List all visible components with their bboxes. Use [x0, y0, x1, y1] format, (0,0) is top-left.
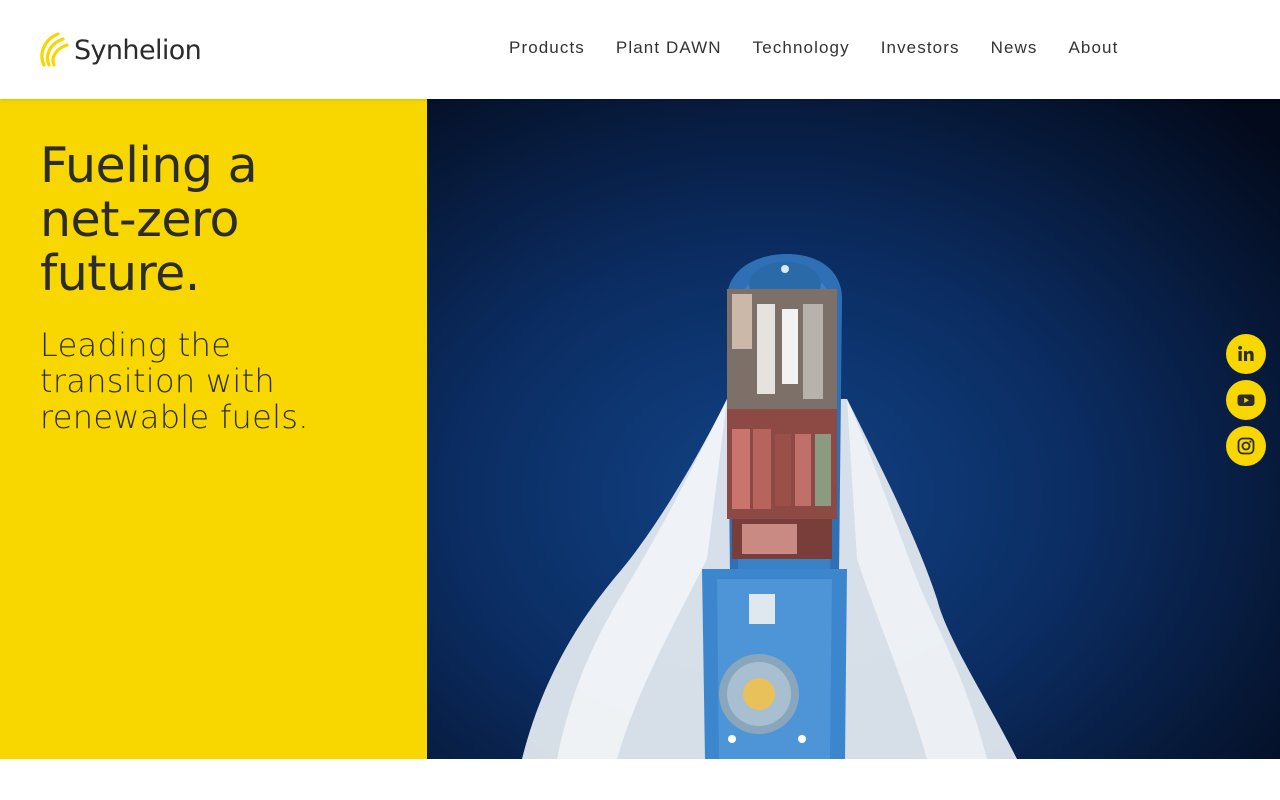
hero-title: Fueling a net-zero future. [40, 139, 410, 301]
instagram-button[interactable] [1226, 426, 1266, 466]
page-below-fold [0, 759, 1280, 800]
nav-item-technology[interactable]: Technology [753, 37, 850, 59]
synhelion-logo-icon [40, 32, 69, 67]
nav-item-products[interactable]: Products [509, 37, 585, 59]
nav-item-news[interactable]: News [991, 37, 1038, 59]
hero-title-line: net-zero [40, 191, 240, 248]
hero-subtitle-line: renewable fuels. [40, 398, 309, 436]
linkedin-button[interactable] [1226, 334, 1266, 374]
site-header: Synhelion Products Plant DAWN Technology… [0, 0, 1280, 99]
instagram-icon [1237, 437, 1255, 455]
youtube-icon [1237, 394, 1255, 406]
main-nav: Products Plant DAWN Technology Investors… [509, 37, 1149, 59]
logo-text: Synhelion [74, 34, 202, 66]
hero-title-line: Fueling a [40, 137, 258, 194]
hero-section: Fueling a net-zero future. Leading the t… [0, 99, 1280, 759]
nav-item-plant-dawn[interactable]: Plant DAWN [616, 37, 722, 59]
hero-subtitle-line: transition with [40, 362, 276, 400]
youtube-button[interactable] [1226, 380, 1266, 420]
ship-aerial-image [427, 99, 1280, 759]
hero-subtitle-line: Leading the [40, 326, 232, 364]
nav-item-investors[interactable]: Investors [881, 37, 960, 59]
logo[interactable]: Synhelion [38, 30, 202, 70]
hero-video [427, 99, 1280, 759]
linkedin-icon [1238, 345, 1254, 361]
nav-item-about[interactable]: About [1068, 37, 1118, 59]
hero-title-line: future. [40, 245, 200, 302]
hero-text-panel: Fueling a net-zero future. Leading the t… [0, 99, 427, 759]
hero-subtitle: Leading the transition with renewable fu… [40, 327, 400, 435]
